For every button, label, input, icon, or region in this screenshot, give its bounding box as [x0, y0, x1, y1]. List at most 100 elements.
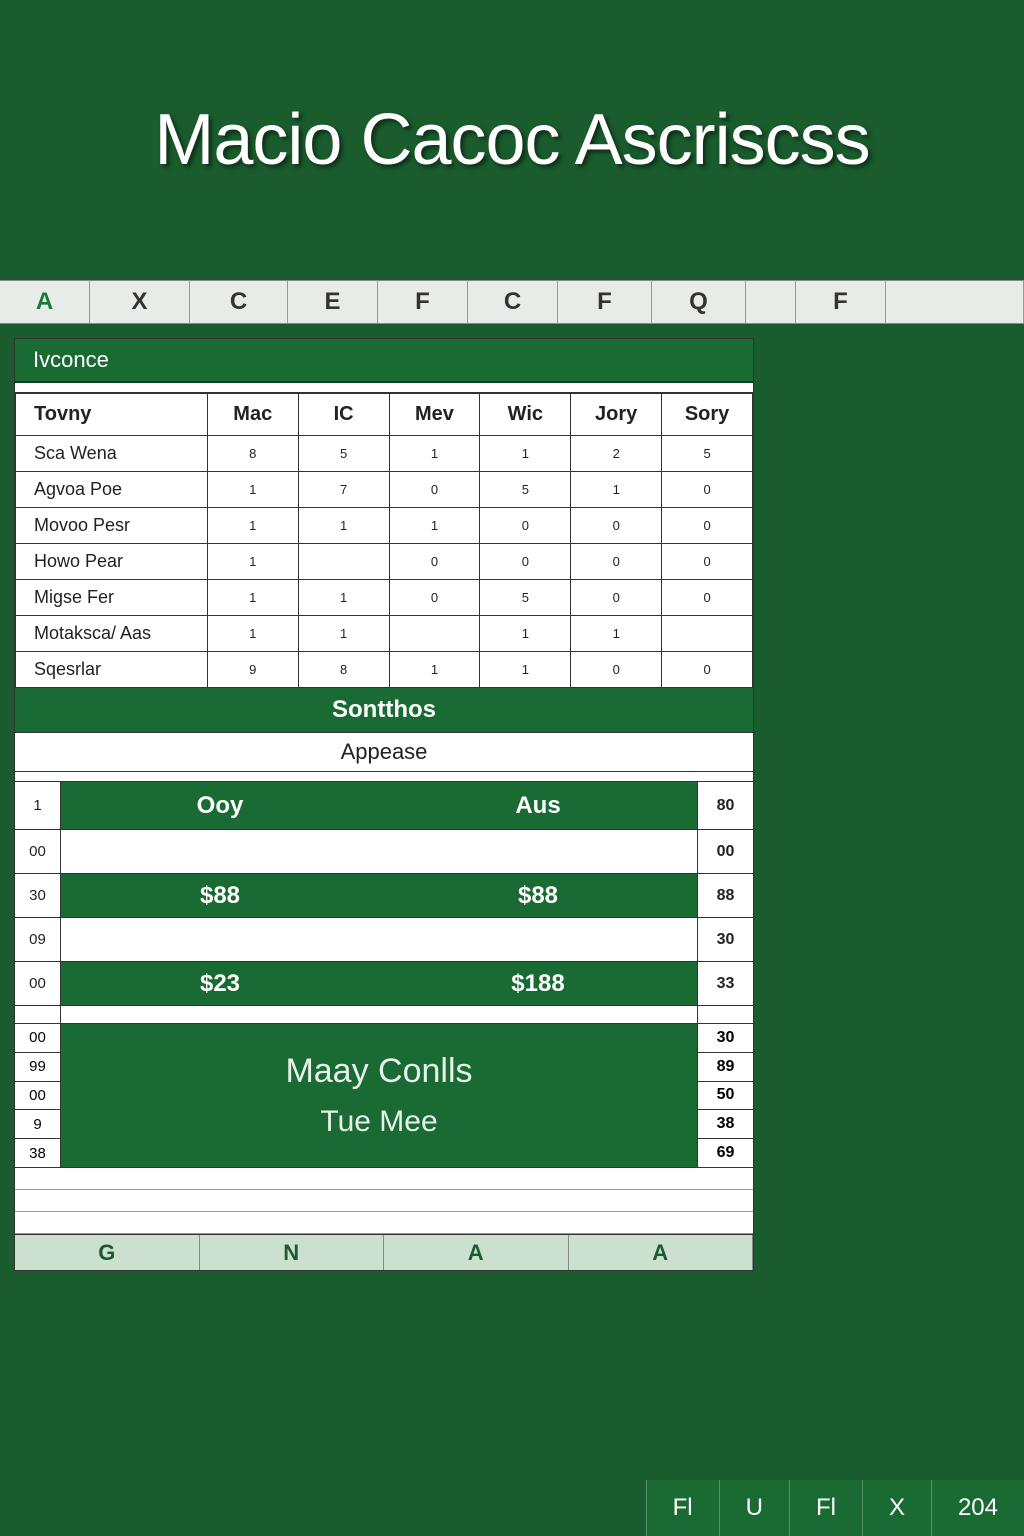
col-header[interactable]: C [190, 281, 288, 323]
lower-mid[interactable] [61, 830, 697, 873]
status-item[interactable]: Fl [789, 1480, 862, 1536]
col-header[interactable] [886, 281, 1024, 323]
cell[interactable]: 0 [662, 508, 753, 544]
cell[interactable]: 1 [571, 616, 662, 652]
row-num[interactable]: 00 [15, 962, 61, 1005]
row-right[interactable]: 00 [697, 830, 753, 873]
cell[interactable]: 9 [207, 652, 298, 688]
cell[interactable] [298, 544, 389, 580]
col-header[interactable]: X [90, 281, 190, 323]
cell[interactable]: 8 [298, 652, 389, 688]
lower-mid[interactable] [61, 918, 697, 961]
cell[interactable]: 1 [389, 508, 480, 544]
cell[interactable]: 0 [571, 544, 662, 580]
cell[interactable]: 2 [571, 436, 662, 472]
row-num[interactable] [15, 1006, 61, 1023]
cell[interactable]: 0 [662, 652, 753, 688]
cell[interactable]: 0 [389, 580, 480, 616]
row-right[interactable]: 33 [697, 962, 753, 1005]
col-header[interactable]: A [0, 281, 90, 323]
row-label[interactable]: Motaksca/ Aas [16, 616, 208, 652]
cell[interactable]: 0 [571, 652, 662, 688]
summary-left-cell[interactable]: 9 [15, 1110, 61, 1139]
cell[interactable]: 0 [662, 544, 753, 580]
summary-left-cell[interactable]: 99 [15, 1053, 61, 1082]
cell[interactable] [662, 616, 753, 652]
summary-right-cell[interactable]: 50 [697, 1082, 753, 1111]
row-label[interactable]: Sca Wena [16, 436, 208, 472]
lower-mid[interactable]: $88$88 [61, 874, 697, 917]
col-header[interactable]: F [558, 281, 652, 323]
table-row[interactable]: Sca Wena851125 [16, 436, 753, 472]
cell[interactable]: 5 [480, 580, 571, 616]
lower-mid[interactable]: $23$188 [61, 962, 697, 1005]
cell[interactable]: 1 [207, 472, 298, 508]
status-item[interactable]: X [862, 1480, 931, 1536]
table-row[interactable]: Movoo Pesr111000 [16, 508, 753, 544]
cell[interactable]: 0 [480, 508, 571, 544]
th[interactable]: IC [298, 394, 389, 436]
cell[interactable]: 1 [207, 544, 298, 580]
th[interactable]: Mac [207, 394, 298, 436]
status-item[interactable]: 204 [931, 1480, 1024, 1536]
cell[interactable]: 5 [662, 436, 753, 472]
summary-left-cell[interactable]: 00 [15, 1082, 61, 1111]
summary-left-cell[interactable]: 38 [15, 1139, 61, 1167]
cell[interactable]: 1 [480, 652, 571, 688]
cell[interactable]: 5 [480, 472, 571, 508]
cell[interactable]: 0 [571, 580, 662, 616]
cell[interactable]: 1 [207, 616, 298, 652]
cell[interactable]: 1 [207, 580, 298, 616]
cell[interactable]: 0 [662, 472, 753, 508]
cell[interactable]: 1 [207, 508, 298, 544]
table-row[interactable]: Howo Pear10000 [16, 544, 753, 580]
th[interactable]: Mev [389, 394, 480, 436]
table-row[interactable]: Motaksca/ Aas1111 [16, 616, 753, 652]
cell[interactable]: 1 [298, 508, 389, 544]
row-label[interactable]: Migse Fer [16, 580, 208, 616]
row-right[interactable]: 30 [697, 918, 753, 961]
col-header[interactable]: C [468, 281, 558, 323]
status-item[interactable]: Fl [646, 1480, 719, 1536]
th[interactable]: Jory [571, 394, 662, 436]
table-row[interactable]: Sqesrlar981100 [16, 652, 753, 688]
cell[interactable]: 1 [389, 652, 480, 688]
cell[interactable]: 0 [571, 508, 662, 544]
cell[interactable]: 1 [480, 436, 571, 472]
cell[interactable]: 0 [480, 544, 571, 580]
cell[interactable]: 0 [389, 544, 480, 580]
cell[interactable]: 0 [662, 580, 753, 616]
row-label[interactable]: Howo Pear [16, 544, 208, 580]
row-num[interactable]: 30 [15, 874, 61, 917]
col-footer[interactable]: N [200, 1235, 385, 1270]
row-right[interactable]: 80 [697, 782, 753, 829]
row-num[interactable]: 09 [15, 918, 61, 961]
cell[interactable]: 1 [571, 472, 662, 508]
col-header[interactable]: E [288, 281, 378, 323]
row-label[interactable]: Movoo Pesr [16, 508, 208, 544]
col-header[interactable]: Q [652, 281, 746, 323]
row-right[interactable]: 88 [697, 874, 753, 917]
summary-right-cell[interactable]: 89 [697, 1053, 753, 1082]
table-row[interactable]: Migse Fer110500 [16, 580, 753, 616]
th[interactable]: Sory [662, 394, 753, 436]
cell[interactable]: 1 [480, 616, 571, 652]
row-label[interactable]: Agvoa Poe [16, 472, 208, 508]
row-num[interactable]: 1 [15, 782, 61, 829]
col-header[interactable] [746, 281, 796, 323]
cell[interactable]: 7 [298, 472, 389, 508]
cell[interactable]: 1 [298, 616, 389, 652]
cell[interactable]: 1 [298, 580, 389, 616]
lower-mid[interactable] [61, 1006, 697, 1023]
cell[interactable]: 5 [298, 436, 389, 472]
summary-left-cell[interactable]: 00 [15, 1024, 61, 1053]
row-right[interactable] [697, 1006, 753, 1023]
col-footer[interactable]: A [569, 1235, 754, 1270]
empty-row[interactable] [15, 1190, 753, 1212]
summary-right-cell[interactable]: 30 [697, 1024, 753, 1053]
summary-right-cell[interactable]: 69 [697, 1139, 753, 1167]
row-num[interactable]: 00 [15, 830, 61, 873]
cell[interactable] [389, 616, 480, 652]
empty-row[interactable] [15, 1168, 753, 1190]
row-label[interactable]: Sqesrlar [16, 652, 208, 688]
